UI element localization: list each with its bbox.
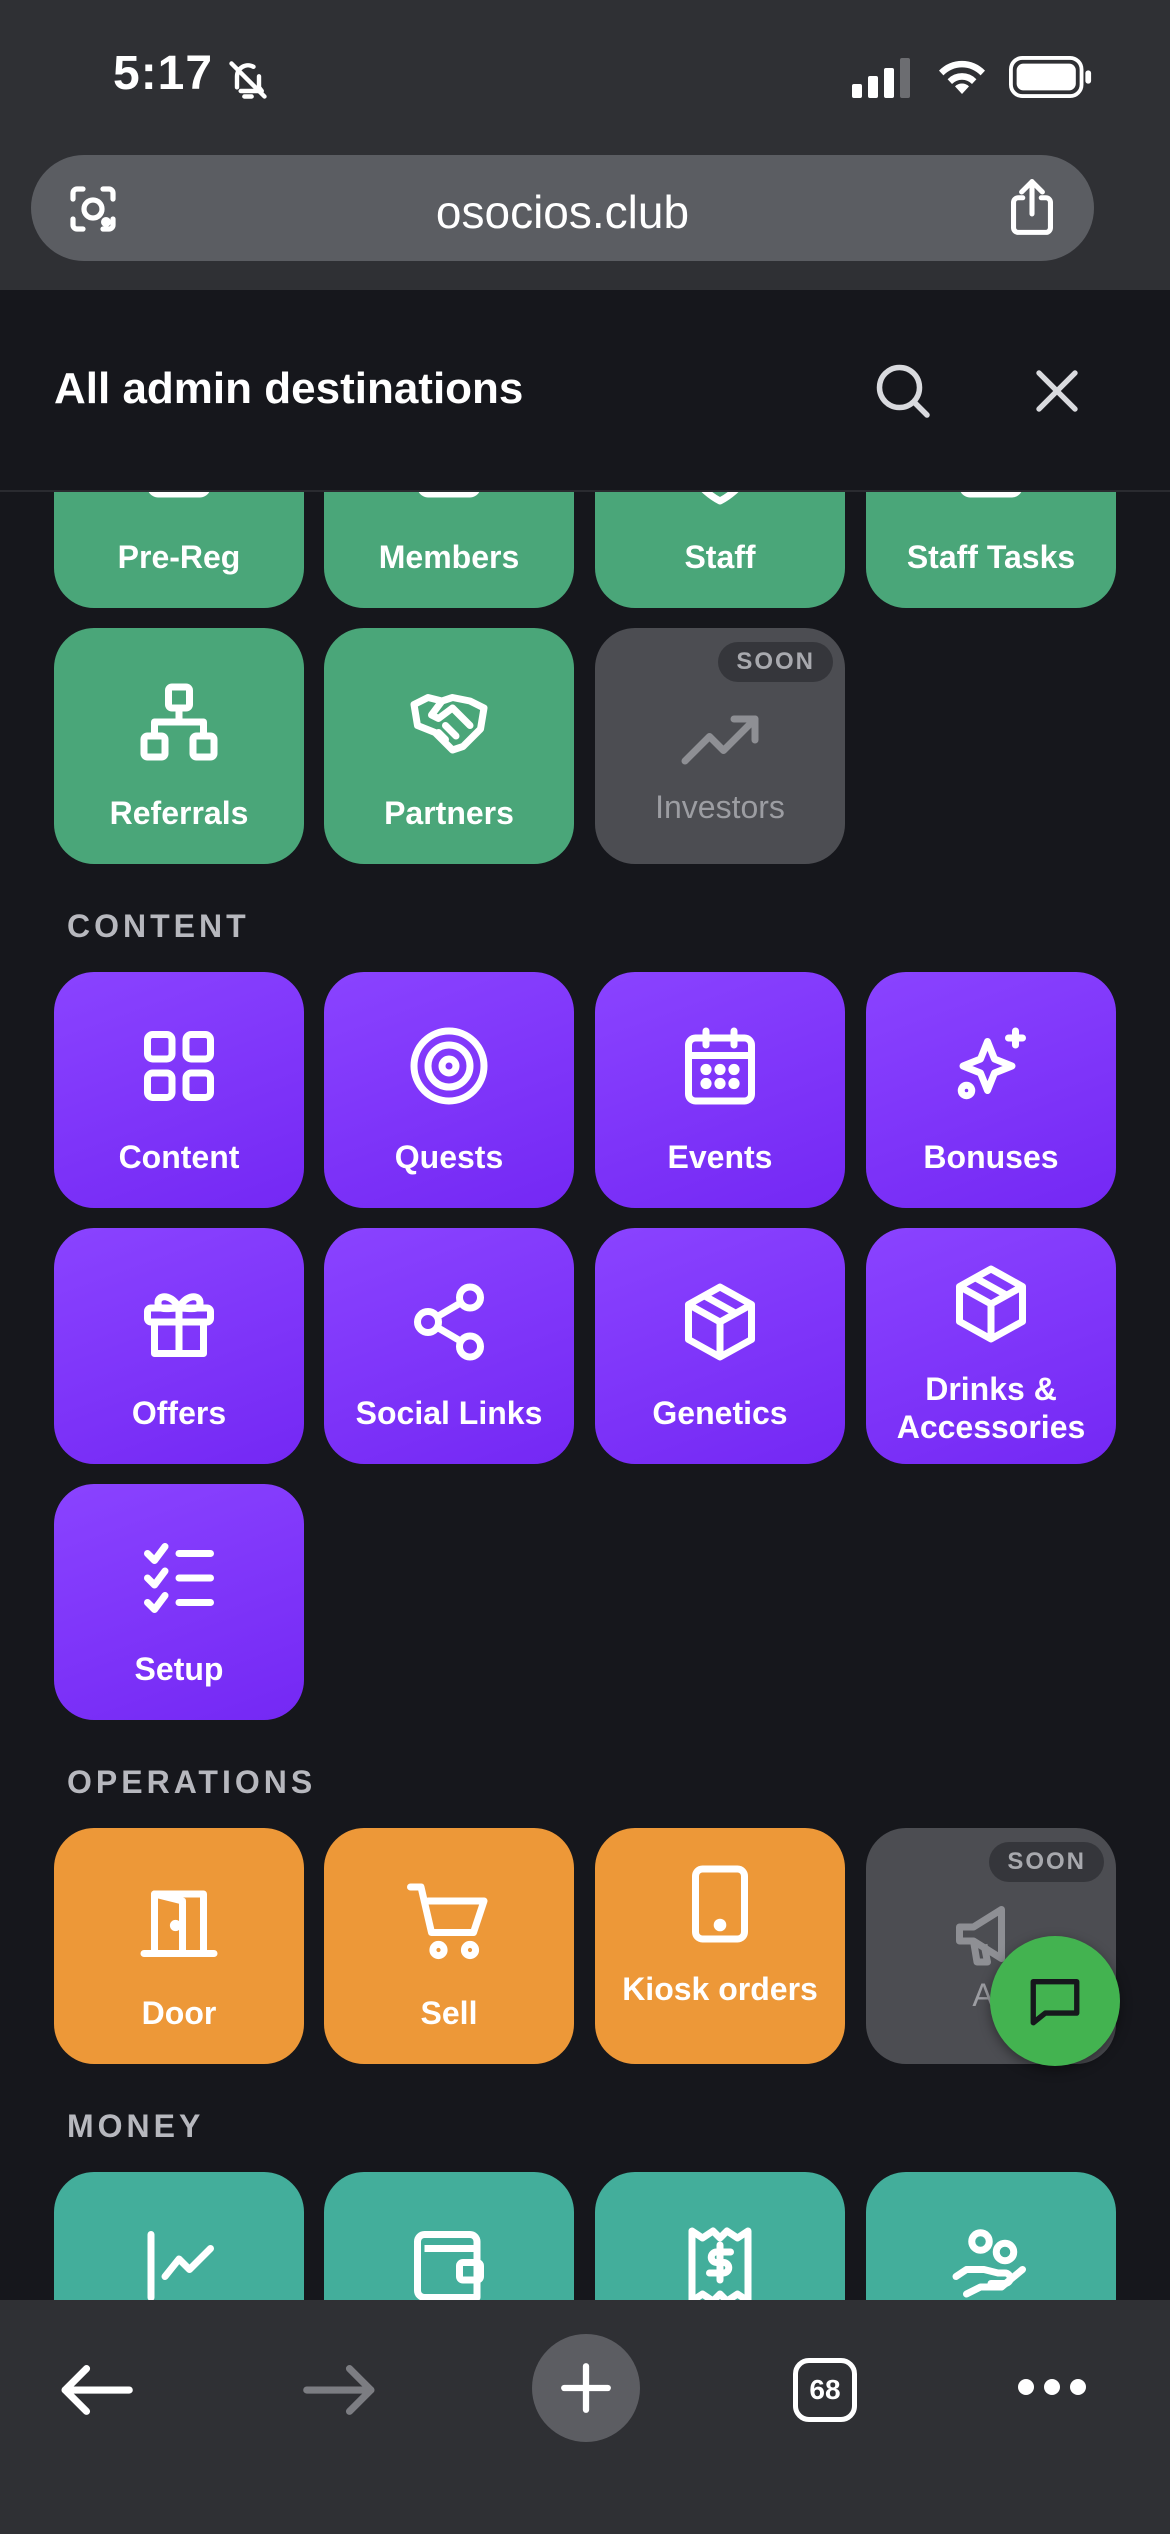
calendar-icon <box>685 1027 755 1105</box>
cellular-signal-icon <box>852 58 910 98</box>
address-bar[interactable]: osocios.club <box>31 155 1094 261</box>
more-menu-icon[interactable] <box>1016 2372 1088 2402</box>
share-nodes-icon <box>414 1283 484 1361</box>
tile-label: Quests <box>394 1139 504 1175</box>
gift-icon <box>144 1293 214 1357</box>
section-title-operations: OPERATIONS <box>67 1764 317 1800</box>
tile-investors: SOON Investors <box>595 628 845 864</box>
tile-label: Door <box>141 1995 217 2031</box>
url-text: osocios.club <box>435 186 690 238</box>
tile-referrals[interactable]: Referrals <box>54 628 304 864</box>
tile-money-analytics[interactable] <box>54 2172 304 2300</box>
tile-money-receipts[interactable] <box>595 2172 845 2300</box>
handshake-icon <box>410 694 488 754</box>
chat-bubble-icon <box>1030 1979 1080 2026</box>
back-arrow-icon[interactable] <box>58 2360 134 2420</box>
tile-quests[interactable]: Quests <box>324 972 574 1208</box>
soon-badge: SOON <box>718 642 833 682</box>
tile-staff[interactable]: Staff <box>595 492 845 608</box>
tile-partners[interactable]: Partners <box>324 628 574 864</box>
tile-pre-reg[interactable]: Pre-Reg <box>54 492 304 608</box>
tile-label: Social Links <box>355 1395 543 1431</box>
cart-icon <box>407 1883 488 1960</box>
tile-label: Partners <box>384 795 514 831</box>
tile-social-links[interactable]: Social Links <box>324 1228 574 1464</box>
tile-label: Kiosk orders <box>622 1971 818 2007</box>
tile-bonuses[interactable]: Bonuses <box>866 972 1116 1208</box>
door-icon <box>140 1890 218 1957</box>
browser-top-bar: 5:17 osocios.club <box>0 0 1170 290</box>
tile-label: Staff Tasks <box>906 539 1076 575</box>
tile-members[interactable]: Members <box>324 492 574 608</box>
wifi-icon <box>939 60 985 94</box>
plus-icon <box>561 2363 611 2413</box>
tile-door[interactable]: Door <box>54 1828 304 2064</box>
search-icon[interactable] <box>872 360 932 420</box>
admin-destinations-list[interactable]: Pre-Reg Members Staff Staff Tasks Referr… <box>0 492 1170 2300</box>
tile-kiosk-orders[interactable]: Kiosk orders <box>595 1828 845 2064</box>
tile-setup[interactable]: Setup <box>54 1484 304 1720</box>
tile-label: Pre-Reg <box>117 539 241 575</box>
hand-coins-icon <box>952 2229 1026 2298</box>
receipt-icon <box>688 2227 752 2300</box>
pre-reg-icon <box>148 492 210 498</box>
tile-label: Drinks & Accessories <box>896 1371 1086 1445</box>
tile-sell[interactable]: Sell <box>324 1828 574 2064</box>
grid-icon <box>144 1031 214 1101</box>
tile-money-payouts[interactable] <box>866 2172 1116 2300</box>
soon-badge: SOON <box>989 1842 1104 1882</box>
tile-content[interactable]: Content <box>54 972 304 1208</box>
tile-label: Investors <box>655 789 785 825</box>
box-icon <box>685 1283 755 1361</box>
browser-bottom-bar: 68 <box>0 2300 1170 2534</box>
staff-icon <box>701 492 739 505</box>
tile-label: Sell <box>420 1995 478 2031</box>
tile-genetics[interactable]: Genetics <box>595 1228 845 1464</box>
tile-label: Events <box>667 1139 773 1175</box>
tile-offers[interactable]: Offers <box>54 1228 304 1464</box>
members-icon <box>418 492 480 498</box>
chat-button[interactable] <box>990 1936 1120 2066</box>
forward-arrow-icon[interactable] <box>302 2360 378 2420</box>
box-icon <box>956 1265 1026 1343</box>
tile-events[interactable]: Events <box>595 972 845 1208</box>
sparkles-icon <box>957 1027 1026 1100</box>
tile-drinks-accessories[interactable]: Drinks & Accessories <box>866 1228 1116 1464</box>
staff-tasks-icon <box>960 492 1022 498</box>
section-title-content: CONTENT <box>67 908 250 944</box>
tile-label: Content <box>118 1139 240 1175</box>
tile-label: Genetics <box>652 1395 788 1431</box>
tile-label: Setup <box>134 1651 224 1687</box>
share-icon[interactable] <box>1004 177 1060 237</box>
tile-money-wallet[interactable] <box>324 2172 574 2300</box>
tab-switcher-button[interactable]: 68 <box>793 2358 857 2422</box>
checklist-icon <box>144 1543 214 1613</box>
tile-label: Bonuses <box>923 1139 1059 1175</box>
bell-off-icon <box>229 61 267 99</box>
status-time: 5:17 <box>113 47 214 100</box>
trending-up-icon <box>681 715 759 765</box>
section-title-money: MONEY <box>67 2108 205 2144</box>
app-header: All admin destinations <box>0 290 1170 492</box>
tile-label: Offers <box>131 1395 227 1431</box>
page-title: All admin destinations <box>54 364 524 413</box>
tile-label: Referrals <box>109 795 249 831</box>
tile-label: Staff <box>684 539 756 575</box>
wallet-icon <box>414 2231 484 2300</box>
battery-icon <box>1009 56 1092 98</box>
referrals-icon <box>140 683 218 761</box>
target-icon <box>410 1027 488 1105</box>
close-icon[interactable] <box>1030 364 1084 418</box>
tile-label: Members <box>378 539 520 575</box>
tile-staff-tasks[interactable]: Staff Tasks <box>866 492 1116 608</box>
new-tab-button[interactable] <box>532 2334 640 2442</box>
chart-line-icon <box>147 2231 214 2300</box>
tablet-icon <box>692 1865 748 1943</box>
